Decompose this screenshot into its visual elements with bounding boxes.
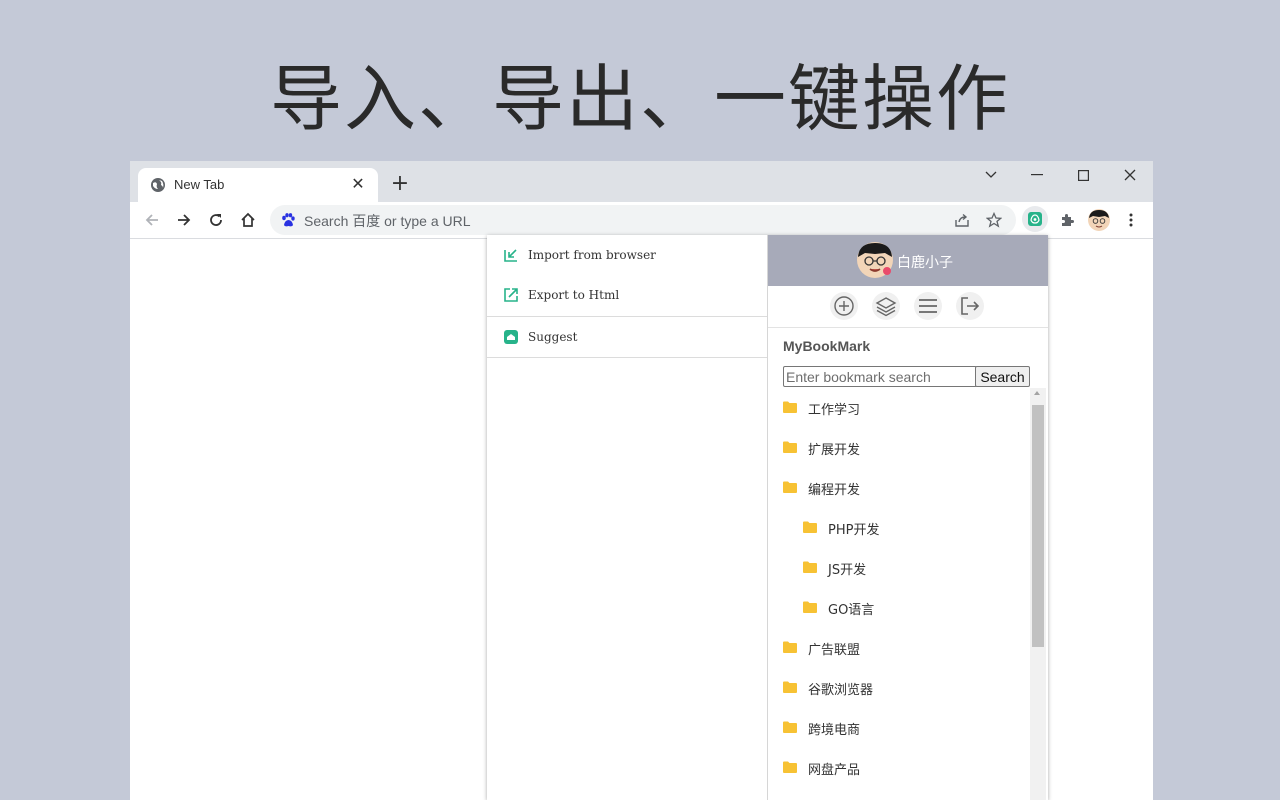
menu-divider xyxy=(487,357,767,358)
home-icon[interactable] xyxy=(236,208,260,232)
folder-label: 跨境电商 xyxy=(808,723,861,738)
folder-icon xyxy=(803,601,817,613)
folder-icon xyxy=(783,681,797,693)
folder-label: 工作学习 xyxy=(808,403,861,418)
search-button[interactable]: Search xyxy=(975,366,1030,387)
folder-label: 编程开发 xyxy=(808,483,861,498)
action-bar xyxy=(768,287,1048,328)
folder-item[interactable]: 谷歌浏览器 xyxy=(783,668,1023,708)
folder-label: 广告联盟 xyxy=(808,643,861,658)
menu-item-import[interactable]: Import from browser xyxy=(487,235,767,275)
popup-menu: Import from browser Export to Html Sugge… xyxy=(487,235,768,800)
suggest-icon xyxy=(504,330,518,344)
export-icon xyxy=(504,288,518,302)
folder-item[interactable]: PHP开发 xyxy=(803,508,1030,548)
folder-item[interactable]: 网盘产品 xyxy=(783,748,1023,788)
user-header: 白鹿小子 xyxy=(768,235,1048,286)
folder-label: 谷歌浏览器 xyxy=(808,683,874,698)
folder-item[interactable]: 工作学习 xyxy=(783,388,1023,428)
folder-label: GO语言 xyxy=(828,603,875,618)
chevron-down-icon[interactable] xyxy=(968,161,1014,189)
user-avatar[interactable] xyxy=(857,242,893,278)
tab-strip: New Tab ✕ + xyxy=(130,161,1153,202)
tab-title: New Tab xyxy=(174,177,225,192)
bookmark-extension-icon[interactable] xyxy=(1022,206,1048,232)
maximize-icon[interactable] xyxy=(1060,161,1106,189)
close-window-icon[interactable] xyxy=(1107,161,1153,189)
menu-item-label: Export to Html xyxy=(528,288,620,302)
forward-icon[interactable] xyxy=(172,208,196,232)
menu-item-export[interactable]: Export to Html xyxy=(487,275,767,315)
folder-label: 扩展开发 xyxy=(808,443,861,458)
layers-icon[interactable] xyxy=(872,292,900,320)
folder-item[interactable]: GO语言 xyxy=(803,588,1030,628)
folder-icon xyxy=(803,521,817,533)
menu-item-suggest[interactable]: Suggest xyxy=(487,317,767,357)
back-icon[interactable] xyxy=(140,208,164,232)
username: 白鹿小子 xyxy=(897,255,953,271)
folder-label: 网盘产品 xyxy=(808,763,861,778)
menu-item-label: Import from browser xyxy=(528,248,656,262)
extensions-puzzle-icon[interactable] xyxy=(1055,208,1079,232)
folder-icon xyxy=(783,721,797,733)
folder-list: 工作学习扩展开发编程开发 PHP开发 JS开发 GO语言广告联盟谷歌浏览器跨境电商网盘… xyxy=(768,388,1030,800)
tab-new-tab[interactable]: New Tab ✕ xyxy=(138,168,378,202)
import-icon xyxy=(504,249,517,262)
omnibox[interactable]: Search 百度 or type a URL xyxy=(270,205,1016,235)
menu-lines-icon[interactable] xyxy=(914,292,942,320)
profile-avatar[interactable] xyxy=(1087,208,1111,232)
close-tab-icon[interactable]: ✕ xyxy=(348,174,368,194)
folder-icon xyxy=(783,641,797,653)
bookmark-search-input[interactable] xyxy=(783,366,977,387)
scrollbar[interactable] xyxy=(1030,388,1046,800)
folder-item[interactable]: 跨境电商 xyxy=(783,708,1023,748)
folder-icon xyxy=(783,761,797,773)
bookmark-panel: 白鹿小子 MyBookMark Search 工作学习扩展开发编程开发 PHP开发… xyxy=(768,235,1048,800)
folder-icon xyxy=(803,561,817,573)
folder-icon xyxy=(783,401,797,413)
globe-icon xyxy=(151,178,165,192)
bookmark-title: MyBookMark xyxy=(783,338,871,354)
folder-icon xyxy=(783,481,797,493)
toolbar: Search 百度 or type a URL xyxy=(130,202,1153,239)
kebab-menu-icon[interactable] xyxy=(1119,208,1143,232)
folder-label: JS开发 xyxy=(828,563,867,578)
share-icon[interactable] xyxy=(952,210,972,230)
reload-icon[interactable] xyxy=(204,208,228,232)
minimize-icon[interactable] xyxy=(1014,161,1060,189)
headline: 导入、导出、一键操作 xyxy=(269,57,1010,141)
folder-item[interactable]: JS开发 xyxy=(803,548,1030,588)
add-circle-icon[interactable] xyxy=(830,292,858,320)
logout-icon[interactable] xyxy=(956,292,984,320)
bookmark-star-icon[interactable] xyxy=(984,210,1004,230)
menu-item-label: Suggest xyxy=(528,330,578,344)
folder-icon xyxy=(783,441,797,453)
omnibox-text: Search 百度 or type a URL xyxy=(304,213,471,229)
folder-item[interactable]: 扩展开发 xyxy=(783,428,1023,468)
folder-label: PHP开发 xyxy=(828,523,880,538)
baidu-paw-icon xyxy=(282,213,295,227)
new-tab-button[interactable]: + xyxy=(388,173,412,197)
scroll-thumb[interactable] xyxy=(1032,405,1044,647)
folder-item[interactable]: 广告联盟 xyxy=(783,628,1023,668)
extension-popup: Import from browser Export to Html Sugge… xyxy=(487,235,1048,800)
folder-item[interactable]: 编程开发 xyxy=(783,468,1023,508)
scroll-up-arrow-icon[interactable] xyxy=(1034,391,1040,395)
